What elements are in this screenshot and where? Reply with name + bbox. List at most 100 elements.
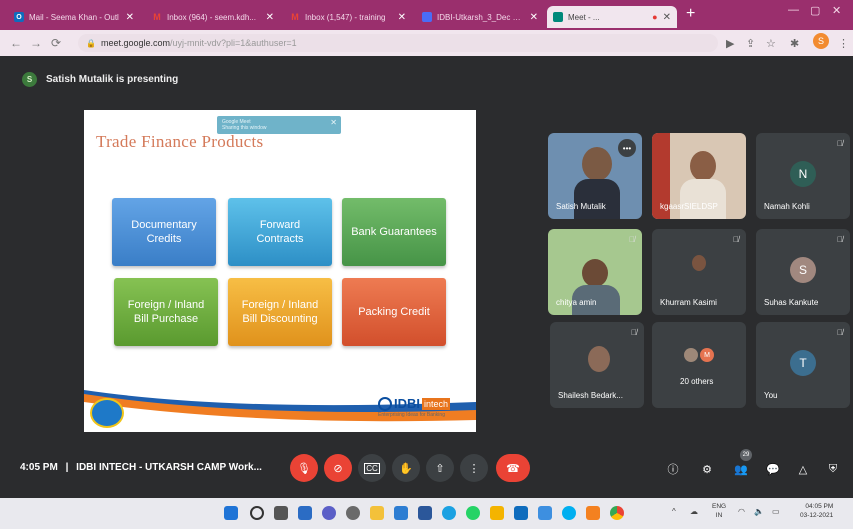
close-window-button[interactable]: ✕	[832, 4, 841, 17]
logo-tagline: Enterprising Ideas for Banking	[378, 412, 445, 418]
close-icon[interactable]: ✕	[126, 12, 134, 23]
participant-video	[574, 179, 620, 219]
volume-icon[interactable]: 🔈	[754, 507, 764, 516]
whatsapp-icon[interactable]	[466, 506, 480, 520]
participant-name: Shailesh Bedark...	[558, 391, 623, 400]
store-icon[interactable]	[394, 506, 408, 520]
camera-icon[interactable]: ▶	[726, 37, 734, 50]
profile-avatar[interactable]: S	[813, 33, 829, 49]
participant-tile[interactable]: ••• Satish Mutalik	[548, 133, 642, 219]
activities-button[interactable]: △	[794, 460, 812, 478]
camera-toggle-button[interactable]: ⊘	[324, 454, 352, 482]
mail-icon[interactable]	[514, 506, 528, 520]
close-icon[interactable]: ✕	[330, 119, 337, 127]
photos-icon[interactable]	[538, 506, 552, 520]
participant-tile[interactable]: kgaasrSIELDSP	[652, 133, 746, 219]
more-options-button[interactable]: ⋮	[460, 454, 488, 482]
task-view-icon[interactable]	[274, 506, 288, 520]
bookmark-star-icon[interactable]: ☆	[766, 37, 776, 50]
participant-name: chitya amin	[556, 298, 597, 307]
lock-icon: 🔒	[86, 38, 96, 48]
slide-title: Trade Finance Products	[96, 132, 264, 151]
meeting-name: IDBI INTECH - UTKARSH CAMP Work...	[76, 462, 262, 473]
address-bar[interactable]: 🔒 meet.google.com/uyj-mnit-vdv?pli=1&aut…	[78, 34, 718, 52]
start-icon[interactable]	[224, 506, 238, 520]
raise-hand-button[interactable]: ✋	[392, 454, 420, 482]
share-icon[interactable]: ⇪	[746, 37, 755, 50]
skype-icon[interactable]	[562, 506, 576, 520]
product-label: Forward	[259, 219, 301, 231]
participant-tile[interactable]: 🎙̸ Shailesh Bedark...	[550, 322, 644, 408]
captions-button[interactable]: CC	[358, 454, 386, 482]
close-icon[interactable]: ✕	[663, 12, 671, 23]
notes-icon[interactable]	[490, 506, 504, 520]
reload-icon[interactable]: ⟳	[46, 36, 66, 50]
separator: |	[65, 462, 69, 473]
product-box: Documentary Credits	[112, 198, 216, 266]
tab-inbox-2[interactable]: M Inbox (1,547) - training ✕	[284, 6, 412, 28]
product-box: Foreign / Inland Bill Discounting	[228, 278, 332, 346]
maximize-button[interactable]: ▢	[810, 4, 820, 17]
participant-tile[interactable]: 🎙̸ chitya amin	[548, 229, 642, 315]
mic-off-icon: 🎙̸	[837, 139, 843, 148]
menu-icon[interactable]: ⋮	[838, 37, 849, 50]
file-explorer-icon[interactable]	[370, 506, 384, 520]
widgets-icon[interactable]	[298, 506, 312, 520]
tab-mail[interactable]: O Mail - Seema Khan - Outl ✕	[8, 6, 140, 28]
clock-time: 04:05 PM	[805, 503, 834, 510]
sharing-pill-line2: Sharing this window	[222, 125, 267, 131]
meeting-details: 4:05 PM | IDBI INTECH - UTKARSH CAMP Wor…	[20, 462, 262, 473]
search-icon[interactable]	[250, 506, 264, 520]
wifi-icon[interactable]: ◠	[738, 507, 745, 516]
back-icon[interactable]: ←	[6, 36, 26, 50]
forward-icon[interactable]: →	[26, 36, 46, 50]
info-icon: ⓘ	[667, 464, 679, 476]
extensions-icon[interactable]: ✱	[790, 37, 799, 50]
participant-avatar: M	[700, 348, 714, 362]
gmail-icon: M	[153, 12, 161, 22]
more-options-icon[interactable]: •••	[618, 139, 636, 157]
onedrive-icon[interactable]: ☁	[690, 507, 698, 516]
new-tab-button[interactable]: +	[686, 5, 695, 23]
sharing-pill[interactable]: Google Meet Sharing this window ✕	[217, 116, 341, 134]
close-icon[interactable]: ✕	[398, 12, 406, 23]
participant-tile[interactable]: 🎙̸ Khurram Kasimi	[652, 229, 746, 315]
teams-chat-icon[interactable]	[322, 506, 336, 520]
windows-taskbar: ^ ☁ ENG IN ◠ 🔈 ▭ 04:05 PM 03-12-2021	[0, 498, 853, 529]
people-button[interactable]: 👥	[732, 460, 750, 478]
close-icon[interactable]: ✕	[266, 12, 274, 23]
tab-slides[interactable]: IDBI-Utkarsh_3_Dec 202 ✕	[416, 6, 544, 28]
language-indicator[interactable]: ENG IN	[712, 502, 726, 520]
participant-tile[interactable]: M 20 others	[652, 322, 746, 408]
more-vert-icon: ⋮	[468, 462, 480, 475]
minimize-button[interactable]: —	[788, 4, 799, 16]
participant-video	[582, 259, 608, 287]
tab-meet[interactable]: Meet - ... ● ✕	[547, 6, 677, 28]
close-icon[interactable]: ✕	[530, 12, 538, 23]
participant-tile[interactable]: 🎙̸ T You	[756, 322, 850, 408]
participant-video	[692, 255, 706, 271]
participant-tile[interactable]: 🎙̸ S Suhas Kankute	[756, 229, 850, 315]
present-button[interactable]: ⇧	[426, 454, 454, 482]
tab-inbox-1[interactable]: M Inbox (964) - seem.kdh... ✕	[146, 6, 280, 28]
edge-icon[interactable]	[442, 506, 456, 520]
system-clock[interactable]: 04:05 PM 03-12-2021	[800, 502, 833, 520]
chat-button[interactable]: 💬	[764, 460, 782, 478]
chevron-up-icon[interactable]: ^	[672, 507, 676, 516]
chrome-icon[interactable]	[610, 506, 624, 520]
settings-icon[interactable]	[346, 506, 360, 520]
participant-tile[interactable]: 🎙̸ N Namah Kohli	[756, 133, 850, 219]
product-label: Documentary	[131, 219, 197, 231]
vlc-icon[interactable]	[586, 506, 600, 520]
safety-button[interactable]: ⛨	[824, 460, 842, 478]
logo-brand: IDBI	[394, 396, 420, 411]
mic-toggle-button[interactable]: 🎙	[290, 454, 318, 482]
word-icon[interactable]	[418, 506, 432, 520]
participant-video	[690, 151, 716, 181]
battery-icon[interactable]: ▭	[772, 507, 780, 516]
region-code: IN	[715, 512, 723, 519]
meeting-info-button[interactable]: ⓘ	[664, 460, 682, 478]
leave-call-button[interactable]: ☎	[496, 454, 530, 482]
host-controls-button[interactable]: ⚙	[698, 460, 716, 478]
participant-name: Khurram Kasimi	[660, 298, 717, 307]
